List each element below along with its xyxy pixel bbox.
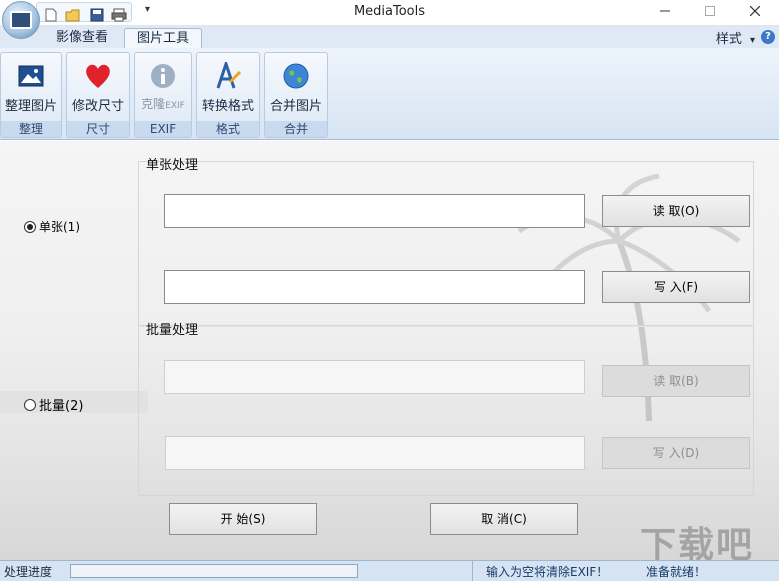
close-button[interactable] [735, 0, 775, 22]
batch-frame [138, 326, 754, 496]
app-menu-button[interactable] [2, 1, 40, 39]
clone-exif-button[interactable]: 克隆EXIF [135, 59, 191, 117]
single-input-field[interactable] [164, 194, 585, 228]
single-output-field[interactable] [164, 270, 585, 304]
merge-images-label: 合并图片 [269, 99, 322, 114]
convert-format-label: 转换格式 [201, 99, 254, 114]
globe-icon [281, 61, 311, 91]
status-bar: 处理进度 输入为空将清除EXIF！ 准备就绪！ [0, 560, 779, 581]
ribbon-group-size: 修改尺寸 尺寸 [66, 52, 130, 138]
single-write-button[interactable]: 写 入(F) [602, 271, 750, 303]
minimize-button[interactable] [645, 0, 685, 22]
merge-images-button[interactable]: 合并图片 [265, 59, 327, 117]
convert-format-button[interactable]: 转换格式 [197, 59, 259, 117]
single-radio-label: 单张(1) [39, 220, 80, 234]
ribbon-tab-row: 影像查看 图片工具 [0, 26, 779, 49]
maximize-button[interactable] [690, 0, 730, 22]
group-title-format: 格式 [197, 121, 259, 137]
style-menu-label: 样式 [715, 32, 742, 47]
batch-section-label: 批量处理 [146, 323, 199, 338]
status-separator [472, 561, 473, 581]
info-icon [148, 61, 178, 91]
batch-radio[interactable]: 批量(2) [24, 395, 83, 414]
group-title-organize: 整理 [1, 121, 61, 137]
batch-radio-label: 批量(2) [39, 399, 84, 414]
batch-read-button[interactable]: 读 取(B) [602, 365, 750, 397]
ribbon-group-exif: 克隆EXIF EXIF [134, 52, 192, 138]
maximize-icon [705, 6, 715, 16]
single-read-button[interactable]: 读 取(O) [602, 195, 750, 227]
minimize-icon [660, 10, 670, 12]
group-title-exif: EXIF [135, 121, 191, 137]
chevron-down-icon: ▾ [749, 35, 755, 46]
clone-exif-prefix: 克隆 [141, 97, 166, 111]
cancel-button[interactable]: 取 消(C) [430, 503, 578, 535]
batch-write-button[interactable]: 写 入(D) [602, 437, 750, 469]
progress-label: 处理进度 [4, 565, 53, 579]
batch-input-field[interactable] [164, 360, 585, 394]
organize-images-label: 整理图片 [4, 99, 57, 114]
ribbon-group-organize: 整理图片 整理 [0, 52, 62, 138]
help-icon[interactable]: ? [761, 30, 775, 44]
group-title-size: 尺寸 [67, 121, 129, 137]
resize-label: 修改尺寸 [71, 99, 124, 114]
app-logo-icon [10, 11, 32, 29]
status-message: 输入为空将清除EXIF！ [486, 565, 609, 579]
single-section-label: 单张处理 [146, 158, 199, 173]
clone-exif-suffix: EXIF [165, 101, 185, 111]
organize-images-button[interactable]: 整理图片 [1, 59, 61, 117]
ribbon-group-merge: 合并图片 合并 [264, 52, 328, 138]
clone-exif-label: 克隆EXIF [135, 95, 191, 112]
start-button[interactable]: 开 始(S) [169, 503, 317, 535]
single-radio[interactable]: 单张(1) [24, 218, 80, 235]
heart-icon [83, 61, 113, 91]
resize-button[interactable]: 修改尺寸 [67, 59, 129, 117]
title-bar: ▾ MediaTools [0, 0, 779, 39]
close-icon [750, 6, 760, 16]
ribbon-group-format: 转换格式 格式 [196, 52, 260, 138]
tab-image-view[interactable]: 影像查看 [44, 28, 120, 49]
convert-icon [213, 61, 243, 91]
tab-image-tools[interactable]: 图片工具 [124, 28, 203, 49]
status-ready: 准备就绪！ [646, 565, 707, 579]
main-panel: 单张(1) 批量(2) 单张处理 读 取(O) 写 入(F) 批量处理 读 取(… [0, 141, 779, 560]
radio-unselected-icon [24, 398, 36, 411]
group-title-merge: 合并 [265, 121, 327, 137]
batch-output-field[interactable] [165, 436, 585, 470]
image-icon [16, 61, 46, 91]
progress-bar [70, 564, 358, 578]
radio-selected-icon [24, 220, 36, 233]
ribbon: 整理图片 整理 修改尺寸 尺寸 克隆EXIF EXIF 转换格式 格式 合并图片… [0, 48, 779, 140]
style-menu[interactable]: 样式 ▾ [716, 28, 755, 47]
